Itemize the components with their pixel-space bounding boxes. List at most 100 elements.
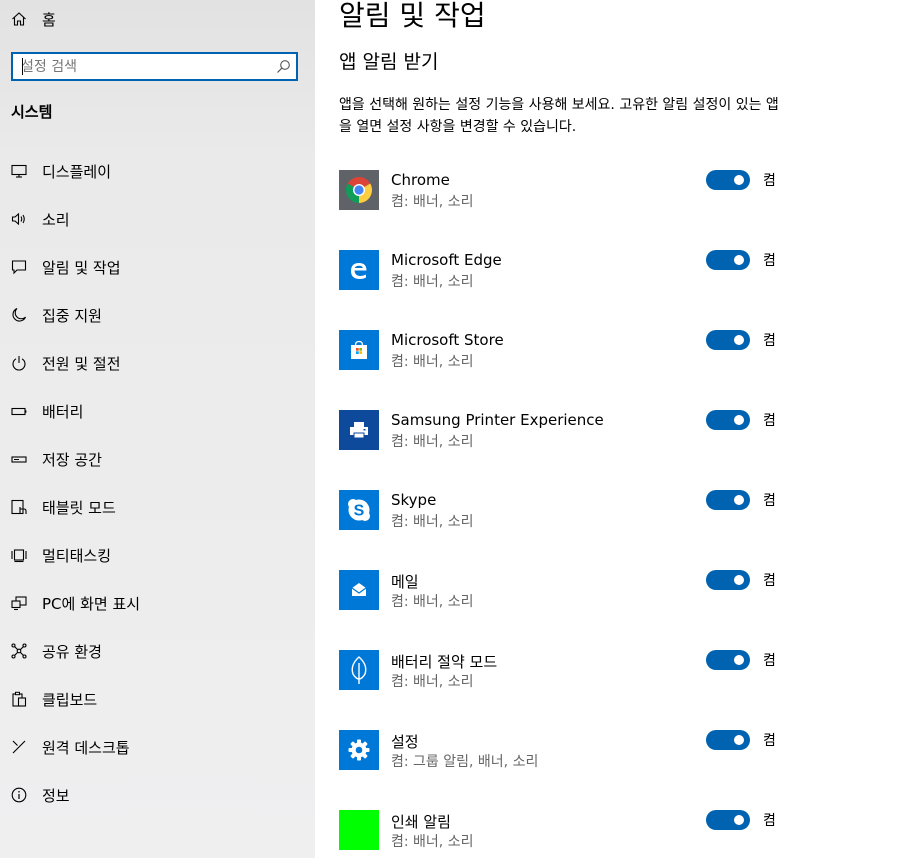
sidebar-item-label: 집중 지원	[42, 307, 102, 325]
battery-icon	[11, 407, 27, 416]
app-status: 켬: 배너, 소리	[391, 434, 474, 450]
sidebar-item-about[interactable]: 정보	[0, 775, 315, 815]
storage-icon	[11, 456, 27, 463]
toggle-label: 켬	[763, 573, 776, 589]
search-input[interactable]	[13, 54, 276, 79]
text-caret	[22, 58, 23, 75]
sidebar-item-remote-desktop[interactable]: 원격 데스크톱	[0, 727, 315, 767]
sidebar-item-battery[interactable]: 배터리	[0, 391, 315, 431]
app-status: 켬: 그룹 알림, 배너, 소리	[391, 754, 539, 770]
sidebar-item-label: 전원 및 절전	[42, 355, 121, 373]
app-status: 켬: 배너, 소리	[391, 594, 474, 610]
app-name: Microsoft Store	[391, 331, 504, 349]
search-icon[interactable]	[276, 59, 291, 74]
notification-toggle[interactable]	[706, 570, 750, 590]
sidebar-item-label: 태블릿 모드	[42, 499, 116, 517]
sidebar-item-focus-assist[interactable]: 집중 지원	[0, 295, 315, 335]
notification-toggle[interactable]	[706, 490, 750, 510]
search-box[interactable]	[11, 52, 298, 81]
sidebar: 홈 시스템 디스플레이	[0, 0, 315, 858]
mail-icon	[339, 570, 379, 610]
toggle-knob	[734, 335, 744, 345]
app-status: 켬: 배너, 소리	[391, 514, 474, 530]
app-name: Skype	[391, 491, 437, 509]
multitasking-icon	[11, 549, 27, 563]
info-icon	[11, 787, 27, 803]
app-row-print-notifications[interactable]: 인쇄 알림 켬: 배너, 소리 켬	[339, 810, 799, 854]
app-row-microsoft-store[interactable]: Microsoft Store 켬: 배너, 소리 켬	[339, 330, 799, 374]
notification-toggle[interactable]	[706, 810, 750, 830]
project-icon	[11, 596, 27, 611]
sidebar-item-label: 멀티태스킹	[42, 547, 112, 565]
app-status: 켬: 배너, 소리	[391, 274, 474, 290]
toggle-knob	[734, 175, 744, 185]
sidebar-item-label: 소리	[42, 211, 70, 229]
sidebar-item-display[interactable]: 디스플레이	[0, 151, 315, 191]
sidebar-item-sound[interactable]: 소리	[0, 199, 315, 239]
toggle-label: 켬	[763, 653, 776, 669]
sidebar-item-label: 원격 데스크톱	[42, 739, 130, 757]
svg-text:S: S	[354, 503, 365, 520]
toggle-knob	[734, 735, 744, 745]
app-row-skype[interactable]: S Skype 켬: 배너, 소리 켬	[339, 490, 799, 534]
toggle-knob	[734, 495, 744, 505]
print-notification-icon	[339, 810, 379, 850]
app-row-chrome[interactable]: Chrome 켬: 배너, 소리 켬	[339, 170, 799, 214]
toggle-knob	[734, 575, 744, 585]
power-icon	[12, 356, 26, 371]
toggle-label: 켬	[763, 173, 776, 189]
toggle-label: 켬	[763, 413, 776, 429]
home-icon	[12, 12, 26, 26]
sidebar-item-clipboard[interactable]: 클립보드	[0, 679, 315, 719]
sidebar-item-power[interactable]: 전원 및 절전	[0, 343, 315, 383]
settings-window: 홈 시스템 디스플레이	[0, 0, 917, 858]
sidebar-item-label: 저장 공간	[42, 451, 102, 469]
toggle-label: 켬	[763, 333, 776, 349]
section-title: 시스템	[11, 103, 53, 121]
notification-icon	[11, 260, 27, 275]
sidebar-item-shared-experiences[interactable]: 공유 환경	[0, 631, 315, 671]
main-content: 알림 및 작업 앱 알림 받기 앱을 선택해 원하는 설정 기능을 사용해 보세…	[315, 0, 917, 858]
sidebar-item-notifications[interactable]: 알림 및 작업	[0, 247, 315, 287]
sidebar-item-label: 클립보드	[42, 691, 98, 709]
sidebar-item-storage[interactable]: 저장 공간	[0, 439, 315, 479]
toggle-label: 켬	[763, 493, 776, 509]
printer-icon	[339, 410, 379, 450]
notification-toggle[interactable]	[706, 730, 750, 750]
app-status: 켬: 배너, 소리	[391, 834, 474, 850]
speaker-icon	[11, 212, 25, 226]
toggle-knob	[734, 255, 744, 265]
remote-desktop-icon	[12, 740, 26, 754]
toggle-knob	[734, 655, 744, 665]
home-nav-item[interactable]: 홈	[0, 4, 315, 34]
home-label: 홈	[42, 11, 56, 29]
clipboard-icon	[12, 691, 27, 707]
app-row-microsoft-edge[interactable]: Microsoft Edge 켬: 배너, 소리 켬	[339, 250, 799, 294]
app-row-battery-saver[interactable]: 배터리 절약 모드 켬: 배너, 소리 켬	[339, 650, 799, 694]
notification-toggle[interactable]	[706, 330, 750, 350]
sidebar-item-label: 공유 환경	[42, 643, 102, 661]
app-row-settings[interactable]: 설정 켬: 그룹 알림, 배너, 소리 켬	[339, 730, 799, 774]
toggle-label: 켬	[763, 733, 776, 749]
gear-icon	[339, 730, 379, 770]
toggle-knob	[734, 815, 744, 825]
page-title: 알림 및 작업	[339, 0, 486, 32]
sidebar-item-label: 배터리	[42, 403, 84, 421]
toggle-label: 켬	[763, 813, 776, 829]
section-subtitle: 앱 알림 받기	[339, 51, 439, 73]
notification-toggle[interactable]	[706, 650, 750, 670]
sidebar-item-label: 정보	[42, 787, 70, 805]
app-row-mail[interactable]: 메일 켬: 배너, 소리 켬	[339, 570, 799, 614]
app-name: Chrome	[391, 171, 450, 189]
notification-toggle[interactable]	[706, 410, 750, 430]
app-name: 메일	[391, 573, 419, 591]
app-row-samsung-printer-experience[interactable]: Samsung Printer Experience 켬: 배너, 소리 켬	[339, 410, 799, 454]
sidebar-item-label: PC에 화면 표시	[42, 595, 141, 613]
notification-toggle[interactable]	[706, 170, 750, 190]
sidebar-item-project[interactable]: PC에 화면 표시	[0, 583, 315, 623]
sidebar-item-tablet-mode[interactable]: 태블릿 모드	[0, 487, 315, 527]
moon-icon	[12, 307, 27, 322]
skype-icon: S	[339, 490, 379, 530]
sidebar-item-multitasking[interactable]: 멀티태스킹	[0, 535, 315, 575]
notification-toggle[interactable]	[706, 250, 750, 270]
